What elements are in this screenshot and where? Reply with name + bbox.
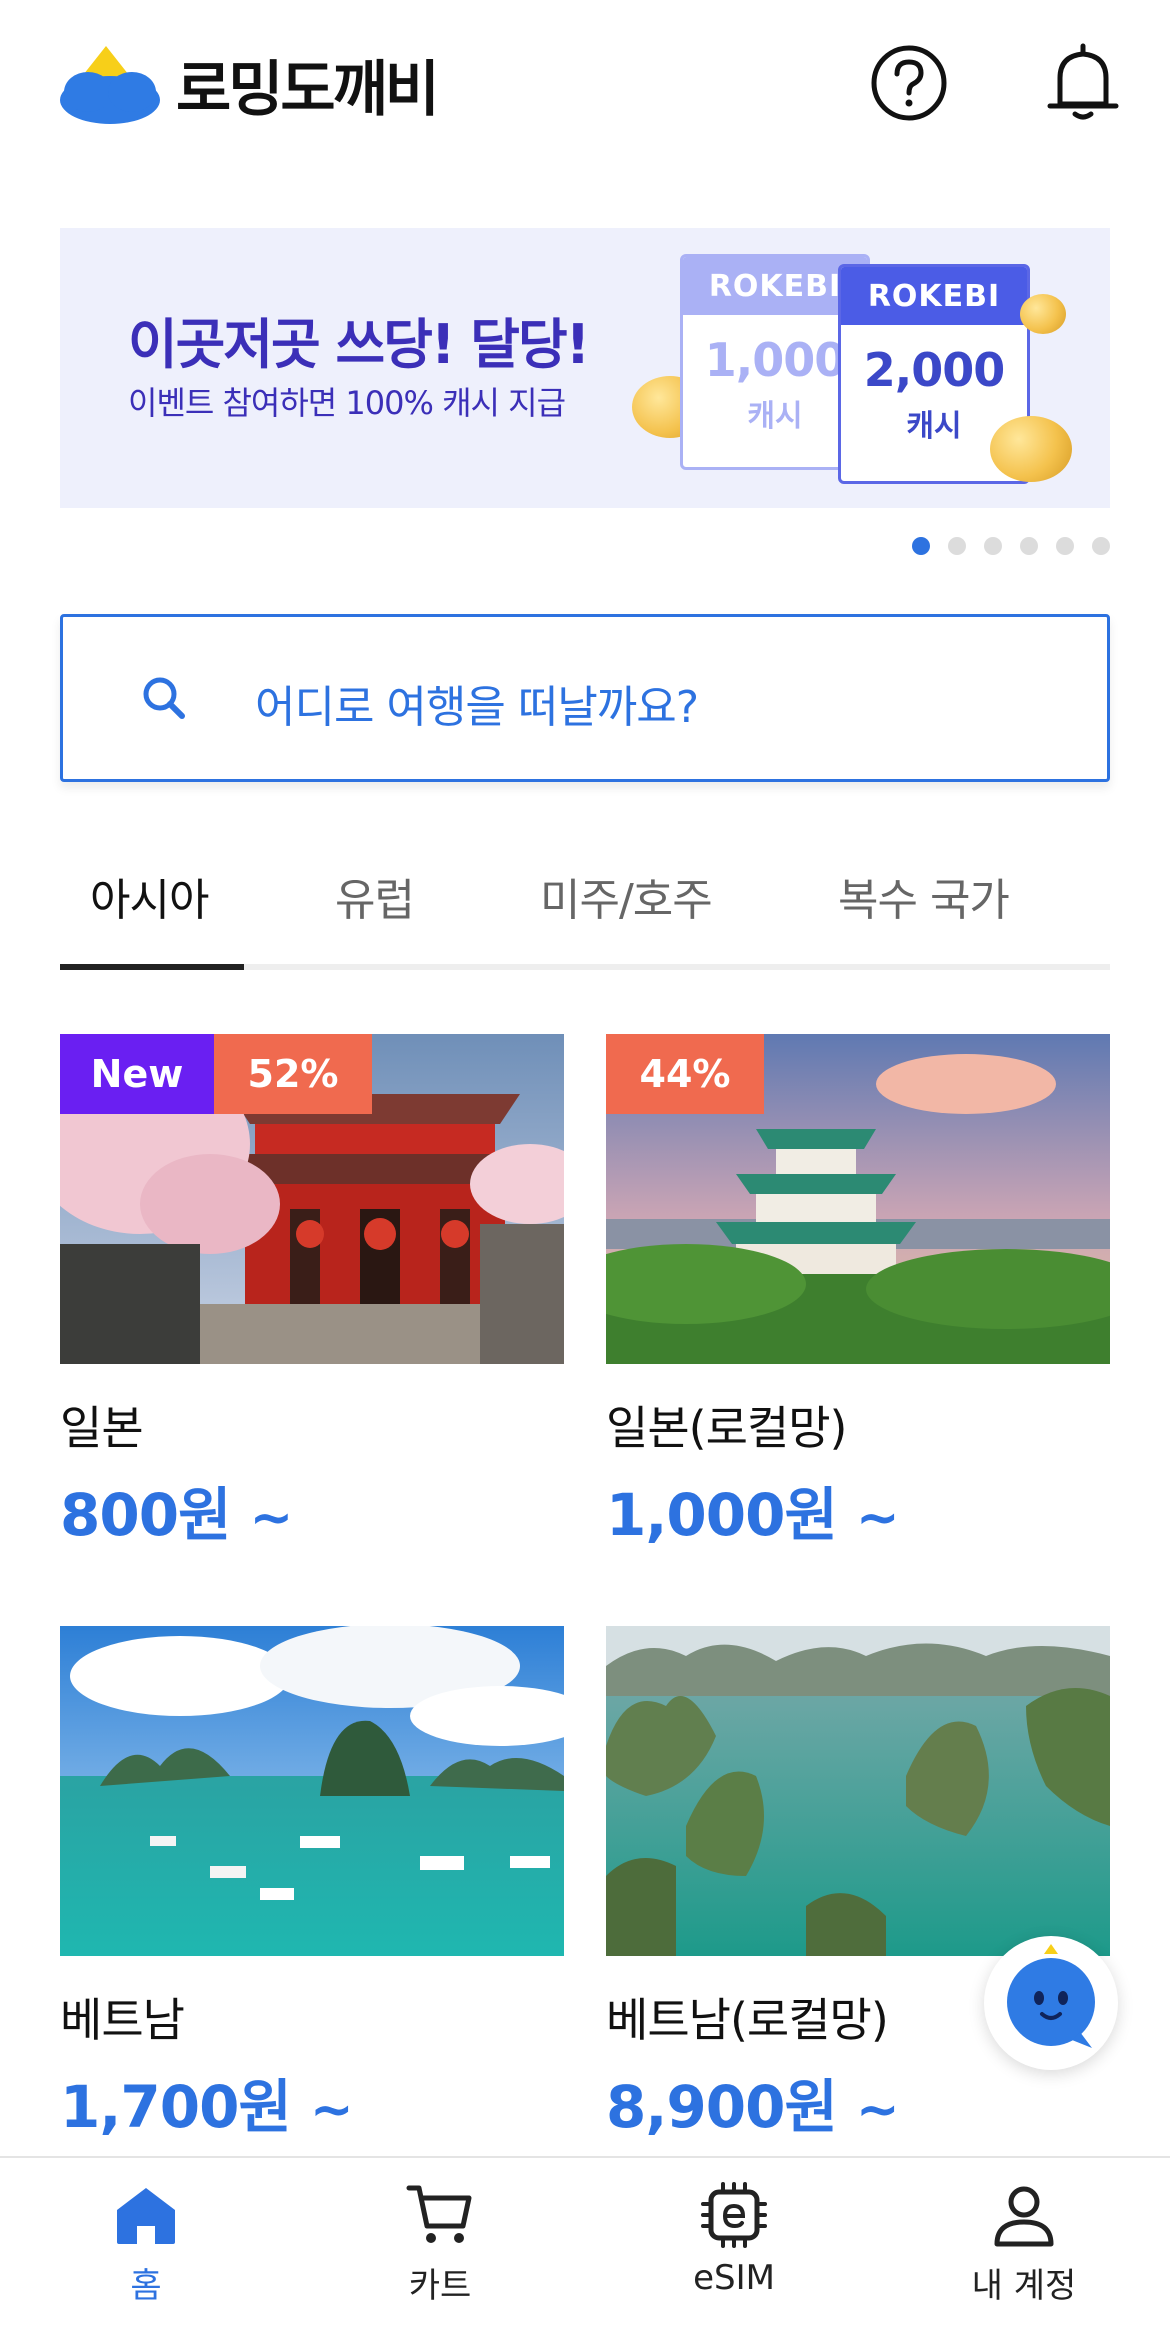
tab-americas-oceania[interactable]: 미주/호주 [540, 864, 713, 928]
card-front-amount: 2,000 [863, 343, 1006, 397]
product-price-value: 8,900원 [606, 2073, 838, 2141]
badge-discount: 52% [214, 1034, 372, 1114]
product-card-japan-local[interactable]: 44% 일본(로컬망) 1,000원 ~ [606, 1034, 1110, 1552]
chatbot-button[interactable] [984, 1936, 1118, 2070]
search-input[interactable]: 어디로 여행을 떠날까요? [60, 614, 1110, 782]
pagination-dot[interactable] [1056, 537, 1074, 555]
product-price: 800원 ~ [60, 1468, 564, 1552]
cart-icon [406, 2185, 472, 2243]
nav-esim-label: eSIM [693, 2258, 775, 2298]
coin-icon [1020, 294, 1066, 334]
badge-discount: 44% [606, 1034, 764, 1114]
badge-new: New [60, 1034, 214, 1114]
pagination-dot[interactable] [912, 537, 930, 555]
nav-cart-label: 카트 [408, 2266, 472, 2306]
nav-account[interactable]: 내 계정 [924, 2180, 1124, 2307]
account-icon [994, 2186, 1054, 2247]
chatbot-icon [1007, 1944, 1095, 2048]
product-price: 1,700원 ~ [60, 2060, 564, 2144]
question-circle-icon[interactable] [866, 40, 952, 126]
nav-home-label: 홈 [130, 2266, 162, 2306]
bell-icon[interactable] [1040, 40, 1126, 126]
product-price-value: 1,000원 [606, 1481, 838, 1549]
logo-text: 로밍도깨비 [176, 54, 440, 125]
product-price-value: 800원 [60, 1481, 231, 1549]
product-price: 8,900원 ~ [606, 2060, 1110, 2144]
banner-pagination [912, 537, 1110, 555]
bottom-navigation: 홈 카트 eSIM 내 계정 [0, 2156, 1170, 2326]
product-image-vietnam [60, 1626, 564, 1956]
product-price: 1,000원 ~ [606, 1468, 1110, 1552]
home-icon [117, 2188, 175, 2244]
nav-esim[interactable]: eSIM [634, 2180, 834, 2298]
pagination-dot[interactable] [948, 537, 966, 555]
card-front-brand: ROKEBI [841, 267, 1027, 325]
product-image-japan: New 52% [60, 1034, 564, 1364]
promo-banner[interactable]: 이곳저곳 쓰당! 달당! 이벤트 참여하면 100% 캐시 지급 ROKEBI … [60, 228, 1110, 508]
tab-asia[interactable]: 아시아 [90, 864, 209, 928]
banner-subtitle: 이벤트 참여하면 100% 캐시 지급 [128, 384, 566, 422]
tab-indicator [60, 964, 244, 970]
tab-multi-country[interactable]: 복수 국가 [838, 864, 1010, 928]
product-card-japan[interactable]: New 52% 일본 800원 ~ [60, 1034, 564, 1552]
price-suffix: ~ [856, 2080, 900, 2140]
nav-account-label: 내 계정 [971, 2266, 1077, 2306]
pagination-dot[interactable] [984, 537, 1002, 555]
search-placeholder: 어디로 여행을 떠날까요? [255, 682, 699, 733]
product-card-vietnam[interactable]: 베트남 1,700원 ~ [60, 1626, 564, 2144]
logo-mountain-icon [58, 40, 162, 128]
coin-icon [990, 416, 1072, 482]
product-image-japan-local: 44% [606, 1034, 1110, 1364]
product-image-vietnam-local [606, 1626, 1110, 1956]
nav-home[interactable]: 홈 [46, 2180, 246, 2307]
price-suffix: ~ [310, 2080, 354, 2140]
banner-title: 이곳저곳 쓰당! 달당! [128, 313, 590, 376]
product-price-value: 1,700원 [60, 2073, 292, 2141]
tab-europe[interactable]: 유럽 [335, 864, 415, 928]
product-name: 일본 [60, 1401, 144, 1455]
product-name: 베트남 [60, 1993, 185, 2047]
search-icon [135, 669, 195, 729]
esim-chip-icon [701, 2182, 767, 2248]
pagination-dot[interactable] [1092, 537, 1110, 555]
pagination-dot[interactable] [1020, 537, 1038, 555]
price-suffix: ~ [249, 1488, 294, 1548]
product-name: 일본(로컬망) [606, 1401, 848, 1455]
nav-cart[interactable]: 카트 [340, 2180, 540, 2307]
app-header: 로밍도깨비 [0, 0, 1170, 170]
region-tabs: 아시아 유럽 미주/호주 복수 국가 [60, 860, 1110, 972]
price-suffix: ~ [856, 1488, 900, 1548]
app-logo[interactable]: 로밍도깨비 [58, 40, 440, 128]
